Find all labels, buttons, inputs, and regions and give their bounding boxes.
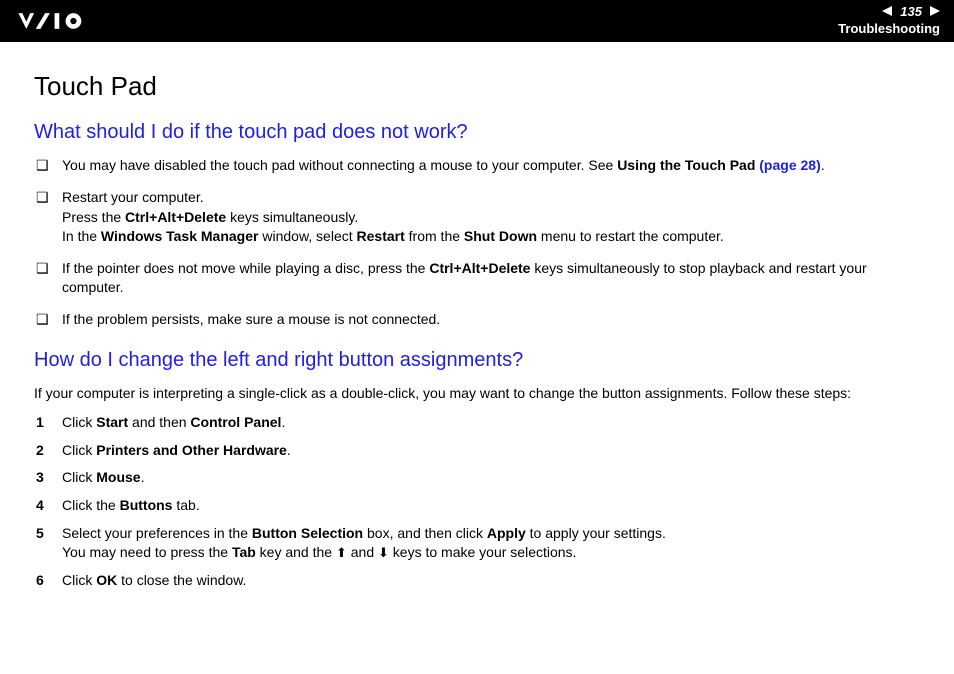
text: Click xyxy=(62,442,96,458)
text: Restart your computer. xyxy=(62,189,204,205)
bold-text: Tab xyxy=(232,544,256,560)
text: from the xyxy=(405,228,464,244)
text: Click xyxy=(62,469,96,485)
question-heading-2: How do I change the left and right butto… xyxy=(34,346,920,374)
text: and xyxy=(347,544,378,560)
text: You may need to press the xyxy=(62,544,232,560)
list-item: Restart your computer. Press the Ctrl+Al… xyxy=(34,188,920,247)
text: If the problem persists, make sure a mou… xyxy=(62,311,440,327)
text: If the pointer does not move while playi… xyxy=(62,260,429,276)
bold-text: Start xyxy=(96,414,128,430)
vaio-logo xyxy=(14,10,114,32)
text: Select your preferences in the xyxy=(62,525,252,541)
list-item: 5 Select your preferences in the Button … xyxy=(34,524,920,563)
list-item: 3 Click Mouse. xyxy=(34,468,920,488)
bold-text: OK xyxy=(96,572,117,588)
down-arrow-icon: ⬇ xyxy=(378,545,389,560)
bold-text: Ctrl+Alt+Delete xyxy=(125,209,226,225)
bold-text: Restart xyxy=(357,228,405,244)
step-number: 6 xyxy=(36,571,44,591)
text: In the xyxy=(62,228,101,244)
text: box, and then click xyxy=(363,525,487,541)
text: key and the xyxy=(256,544,336,560)
bold-text: Shut Down xyxy=(464,228,537,244)
text: keys simultaneously. xyxy=(226,209,358,225)
text: Press the xyxy=(62,209,125,225)
step-number: 1 xyxy=(36,413,44,433)
bold-text: Button Selection xyxy=(252,525,363,541)
step-number: 3 xyxy=(36,468,44,488)
step-number: 4 xyxy=(36,496,44,516)
bold-text: Ctrl+Alt+Delete xyxy=(429,260,530,276)
section-label: Troubleshooting xyxy=(838,21,940,38)
list-item: 4 Click the Buttons tab. xyxy=(34,496,920,516)
up-arrow-icon: ⬆ xyxy=(336,545,347,560)
page-number: 135 xyxy=(900,4,922,21)
bold-text: Control Panel xyxy=(190,414,281,430)
bold-text: Apply xyxy=(487,525,526,541)
bold-text: Windows Task Manager xyxy=(101,228,259,244)
text: tab. xyxy=(172,497,199,513)
bold-text: Using the Touch Pad xyxy=(617,157,759,173)
question-heading-1: What should I do if the touch pad does n… xyxy=(34,118,920,146)
text: and then xyxy=(128,414,190,430)
list-item: If the pointer does not move while playi… xyxy=(34,259,920,298)
text: You may have disabled the touch pad with… xyxy=(62,157,617,173)
prev-page-arrow-icon[interactable] xyxy=(882,4,896,21)
list-item: 1 Click Start and then Control Panel. xyxy=(34,413,920,433)
numbered-list: 1 Click Start and then Control Panel. 2 … xyxy=(34,413,920,590)
list-item: 2 Click Printers and Other Hardware. xyxy=(34,441,920,461)
text: . xyxy=(281,414,285,430)
bold-text: Printers and Other Hardware xyxy=(96,442,287,458)
text: . xyxy=(821,157,825,173)
text: window, select xyxy=(258,228,356,244)
list-item: You may have disabled the touch pad with… xyxy=(34,156,920,176)
step-number: 2 xyxy=(36,441,44,461)
text: . xyxy=(141,469,145,485)
text: keys to make your selections. xyxy=(389,544,577,560)
header-right: 135 Troubleshooting xyxy=(838,4,940,38)
header-bar: 135 Troubleshooting xyxy=(0,0,954,42)
next-page-arrow-icon[interactable] xyxy=(926,4,940,21)
list-item: 6 Click OK to close the window. xyxy=(34,571,920,591)
text: Click xyxy=(62,572,96,588)
text: . xyxy=(287,442,291,458)
page-link[interactable]: (page 28) xyxy=(759,157,820,173)
text: Click xyxy=(62,414,96,430)
page-title: Touch Pad xyxy=(34,68,920,104)
page-content: Touch Pad What should I do if the touch … xyxy=(0,42,954,618)
bold-text: Buttons xyxy=(120,497,173,513)
bold-text: Mouse xyxy=(96,469,140,485)
page-navigation: 135 xyxy=(838,4,940,21)
text: menu to restart the computer. xyxy=(537,228,724,244)
text: to close the window. xyxy=(117,572,246,588)
text: Click the xyxy=(62,497,120,513)
intro-paragraph: If your computer is interpreting a singl… xyxy=(34,384,920,404)
bullet-list-1: You may have disabled the touch pad with… xyxy=(34,156,920,329)
list-item: If the problem persists, make sure a mou… xyxy=(34,310,920,330)
text: to apply your settings. xyxy=(526,525,666,541)
step-number: 5 xyxy=(36,524,44,544)
